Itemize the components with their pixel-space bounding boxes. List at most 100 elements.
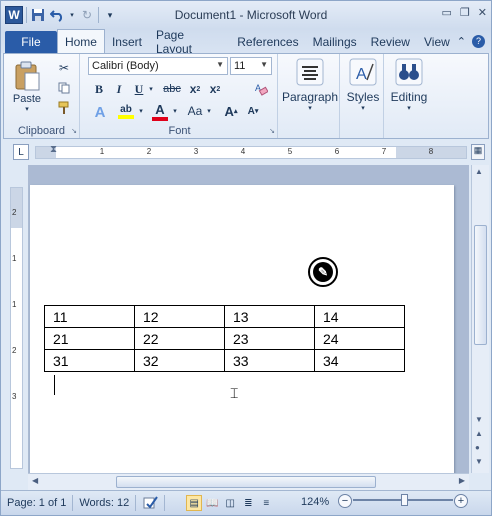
editing-button[interactable]: Editing ▾	[386, 56, 432, 136]
tab-home[interactable]: Home	[56, 29, 105, 53]
bold-button[interactable]: B	[90, 80, 108, 98]
undo-icon[interactable]	[49, 7, 65, 23]
table-cell[interactable]: 11	[44, 305, 135, 328]
scroll-down-icon[interactable]: ▼	[475, 415, 483, 424]
page-count[interactable]: Page: 1 of 1	[1, 495, 74, 511]
font-color-button[interactable]: A	[150, 100, 170, 122]
vruler-number: 1	[12, 300, 17, 309]
next-page-icon[interactable]: ▼	[475, 457, 483, 466]
editing-label: Editing	[390, 90, 428, 104]
styles-dropdown-icon: ▾	[361, 105, 365, 112]
paste-button[interactable]: Paste ▾	[10, 58, 44, 116]
tab-insert[interactable]: Insert	[105, 31, 149, 53]
horizontal-ruler[interactable]: ⧗ 1 2 3 4 5 6 7 8	[35, 144, 467, 159]
document-page[interactable]: ✎ 11 12 13 14 21 22 23 24 31 32 33 34 ⌶	[30, 185, 454, 475]
underline-button[interactable]: U	[130, 80, 148, 98]
table-cell[interactable]: 34	[314, 349, 405, 372]
text-cursor	[54, 375, 55, 395]
text-effects-icon[interactable]: A	[90, 102, 110, 122]
tab-mailings[interactable]: Mailings	[306, 31, 364, 53]
restore-icon[interactable]: ❐	[460, 6, 470, 19]
scroll-right-icon[interactable]: ▶	[459, 476, 465, 485]
table-cell[interactable]: 22	[134, 327, 225, 350]
italic-button[interactable]: I	[110, 80, 128, 98]
tab-page-layout[interactable]: Page Layout	[149, 28, 230, 56]
save-icon[interactable]	[30, 7, 46, 23]
vertical-scroll-thumb[interactable]	[474, 225, 487, 345]
ruler-number: 3	[193, 147, 199, 156]
subscript-button[interactable]: x2	[186, 80, 204, 98]
horizontal-scrollbar[interactable]: ◀ ▶	[28, 473, 469, 490]
zoom-level[interactable]: 124%	[301, 496, 329, 508]
draft-icon[interactable]: ≡	[258, 495, 274, 511]
scroll-up-icon[interactable]: ▲	[475, 167, 483, 176]
font-name-combo[interactable]: Calibri (Body) ▼	[88, 57, 228, 75]
minimize-ribbon-icon[interactable]: ⌃	[457, 35, 466, 48]
highlight-color-button[interactable]: ab	[116, 100, 136, 122]
close-icon[interactable]: ✕	[478, 6, 487, 19]
scroll-left-icon[interactable]: ◀	[32, 476, 38, 485]
chevron-down-icon: ▼	[216, 60, 224, 69]
font-size-combo[interactable]: 11 ▼	[230, 57, 272, 75]
copy-icon[interactable]	[56, 80, 72, 96]
view-ruler-icon[interactable]: ▦	[471, 144, 485, 160]
grow-font-icon[interactable]: A ▴	[222, 102, 240, 120]
word-logo-icon[interactable]: W	[5, 6, 23, 24]
highlight-dropdown-icon[interactable]: ▾	[137, 102, 145, 120]
table-cell[interactable]: 23	[224, 327, 315, 350]
horizontal-scroll-thumb[interactable]	[116, 476, 376, 488]
table-cell[interactable]: 12	[134, 305, 225, 328]
editing-group: Editing ▾	[386, 54, 432, 138]
customize-qat-icon[interactable]: ▾	[102, 7, 118, 23]
tab-review[interactable]: Review	[364, 31, 417, 53]
underline-dropdown-icon[interactable]: ▾	[147, 80, 155, 98]
tab-view[interactable]: View	[417, 31, 457, 53]
word-count[interactable]: Words: 12	[73, 495, 137, 511]
tab-references[interactable]: References	[230, 31, 305, 53]
divider	[26, 7, 27, 23]
full-screen-reading-icon[interactable]: 📖	[204, 495, 220, 511]
tab-file[interactable]: File	[5, 31, 57, 53]
vertical-scrollbar[interactable]: ▲ ▼ ▲ ● ▼	[471, 165, 489, 473]
styles-button[interactable]: A Styles ▾	[342, 56, 384, 136]
clipboard-dialog-launcher-icon[interactable]: ↘	[71, 127, 77, 135]
proofing-icon[interactable]	[136, 495, 166, 511]
font-dialog-launcher-icon[interactable]: ↘	[269, 127, 275, 135]
paragraph-button[interactable]: Paragraph ▾	[280, 56, 340, 136]
undo-dropdown-icon[interactable]: ▾	[68, 7, 76, 23]
strikethrough-button[interactable]: abc	[160, 80, 184, 98]
document-table[interactable]: 11 12 13 14 21 22 23 24 31 32 33 34	[44, 305, 405, 372]
superscript-button[interactable]: x2	[206, 80, 224, 98]
help-icon[interactable]: ?	[472, 34, 485, 48]
change-case-dropdown-icon[interactable]: ▾	[205, 102, 213, 120]
ribbon-controls: ⌃ ?	[457, 34, 491, 48]
table-cell[interactable]: 31	[44, 349, 135, 372]
zoom-slider-thumb[interactable]	[401, 494, 408, 506]
table-cell[interactable]: 14	[314, 305, 405, 328]
zoom-out-icon[interactable]: −	[338, 494, 352, 508]
table-cell[interactable]: 33	[224, 349, 315, 372]
table-cell[interactable]: 13	[224, 305, 315, 328]
table-row: 21 22 23 24	[44, 327, 405, 350]
table-cell[interactable]: 24	[314, 327, 405, 350]
indent-marker-icon[interactable]: ⧗	[50, 144, 57, 155]
previous-page-icon[interactable]: ▲	[475, 429, 483, 438]
cut-icon[interactable]: ✂	[56, 60, 72, 76]
shrink-font-icon[interactable]: A ▾	[244, 102, 262, 120]
redo-icon[interactable]: ↻	[79, 7, 95, 23]
editing-dropdown-icon: ▾	[407, 105, 411, 112]
clear-formatting-icon[interactable]: A	[252, 80, 270, 98]
minimize-icon[interactable]: ▭	[442, 6, 452, 19]
outline-icon[interactable]: ≣	[240, 495, 256, 511]
print-layout-icon[interactable]: ▤	[186, 495, 203, 511]
zoom-in-icon[interactable]: +	[454, 494, 468, 508]
table-cell[interactable]: 32	[134, 349, 225, 372]
web-layout-icon[interactable]: ◫	[222, 495, 238, 511]
format-painter-icon[interactable]	[56, 100, 72, 116]
tab-selector-icon[interactable]: L	[13, 144, 29, 160]
change-case-button[interactable]: Aa	[184, 102, 206, 120]
table-cell[interactable]: 21	[44, 327, 135, 350]
font-color-dropdown-icon[interactable]: ▾	[171, 102, 179, 120]
browse-object-icon[interactable]: ●	[475, 443, 480, 452]
vertical-ruler[interactable]: 2 1 1 2 3	[10, 187, 23, 469]
